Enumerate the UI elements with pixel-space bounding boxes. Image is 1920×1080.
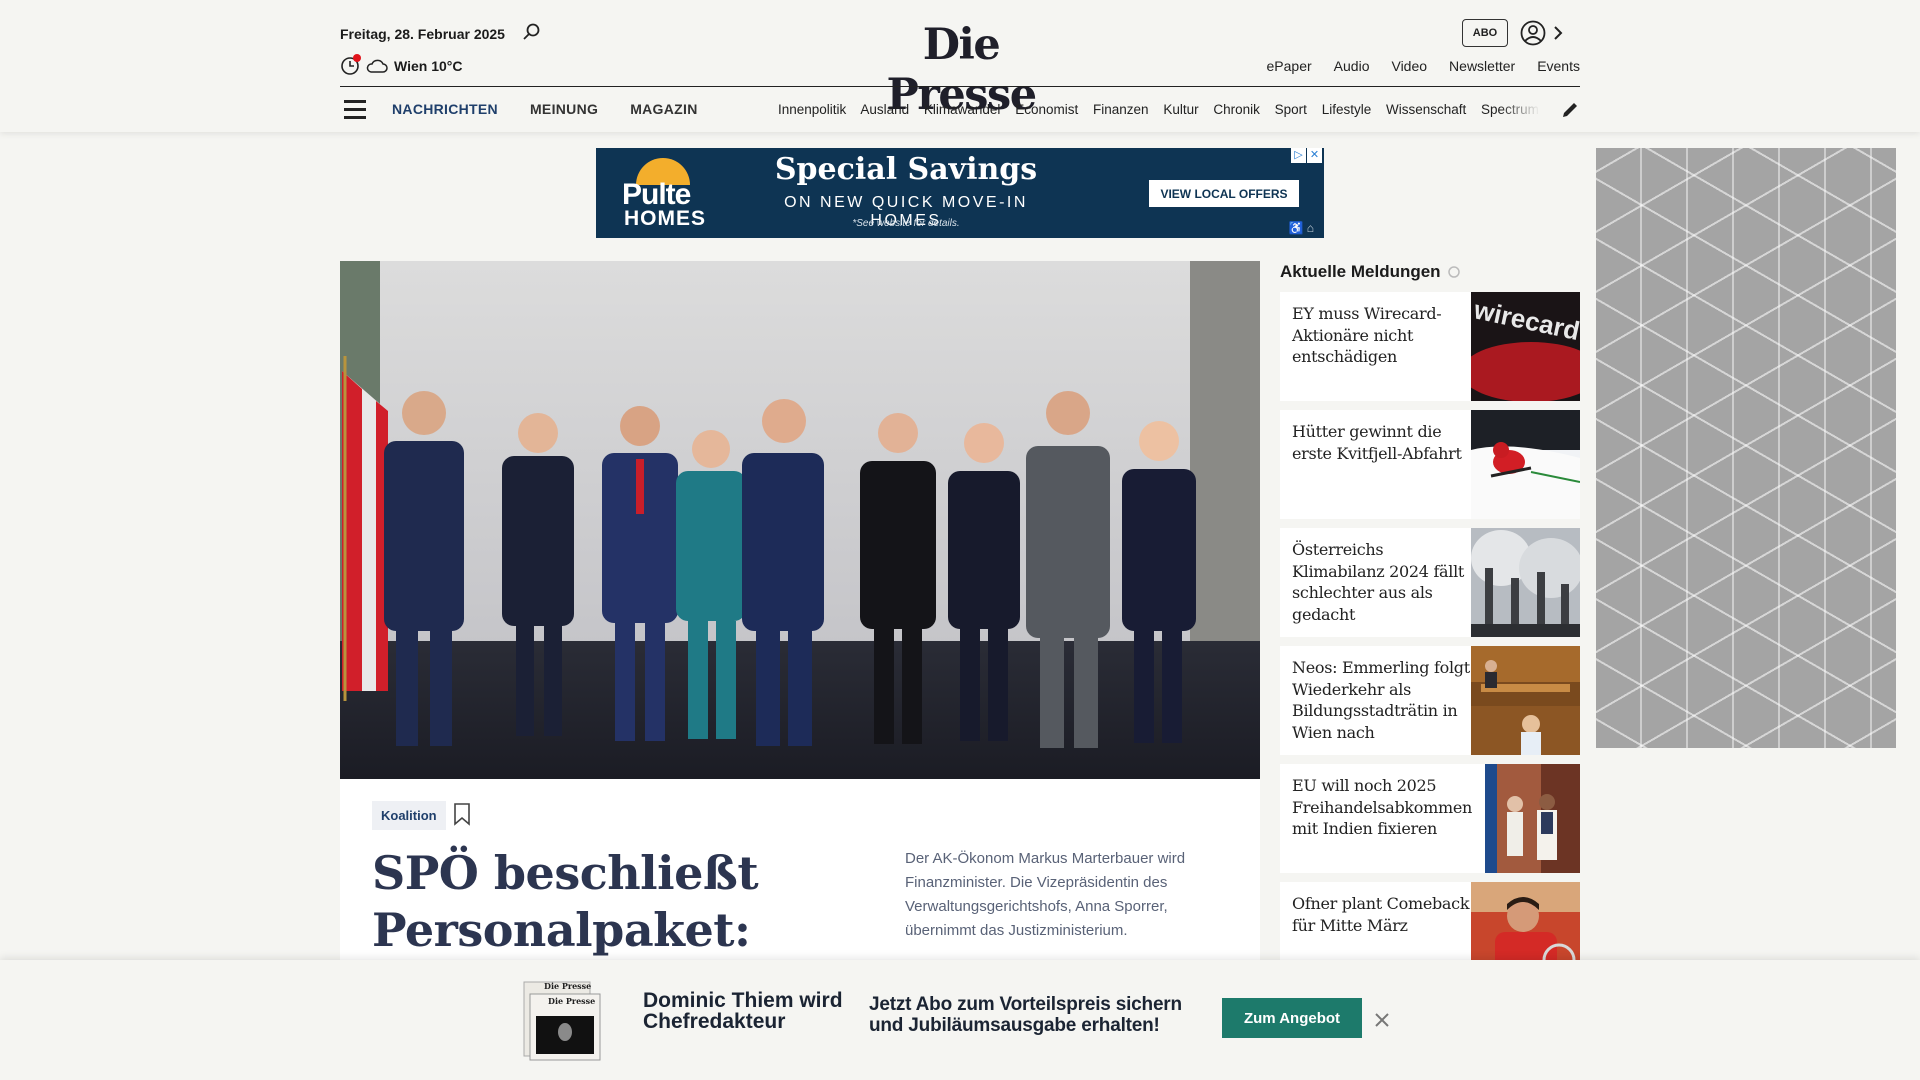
edit-pencil-icon[interactable] [1560, 100, 1580, 120]
ad-accessibility-icon: ♿ ⌂ [1288, 221, 1314, 235]
subscription-promo-bar: Die Presse Die Presse Dominic Thiem wird… [0, 960, 1920, 1080]
weather-widget[interactable]: Wien 10°C [340, 54, 463, 76]
subnav-chronik[interactable]: Chronik [1213, 102, 1260, 117]
news-thumb-parliament [1471, 646, 1580, 755]
nav-magazin[interactable]: MAGAZIN [630, 101, 697, 117]
ad-banner[interactable]: Pulte HOMES Special Savings ON NEW QUICK… [596, 148, 1324, 238]
news-thumb-leaders [1485, 764, 1580, 873]
link-events[interactable]: Events [1537, 58, 1580, 74]
news-thumb-wirecard: wirecard [1471, 292, 1580, 401]
nav-nachrichten[interactable]: NACHRICHTEN [392, 101, 498, 117]
sub-nav: Innenpolitik Ausland Klimawandel Economi… [778, 102, 1540, 117]
subnav-finanzen[interactable]: Finanzen [1093, 102, 1149, 117]
news-item-title: EY muss Wirecard-Aktionäre nicht entschä… [1292, 304, 1442, 366]
subnav-klimawandel[interactable]: Klimawandel [924, 102, 1001, 117]
subnav-wissenschaft[interactable]: Wissenschaft [1386, 102, 1466, 117]
subnav-spectrum[interactable]: Spectrum [1481, 102, 1539, 117]
news-item-title: Neos: Emmerling folgt Wiederkehr als Bil… [1292, 658, 1470, 742]
newspaper-logo: Die Presse [548, 996, 595, 1006]
subnav-economist[interactable]: Economist [1015, 102, 1078, 117]
ad-headline: Special Savings [774, 152, 1038, 187]
news-item[interactable]: Hütter gewinnt die erste Kvitfjell-Abfah… [1280, 410, 1580, 519]
service-links: ePaper Audio Video Newsletter Events [1267, 58, 1580, 74]
ad-brand-sub: HOMES [624, 207, 707, 230]
news-section-title: Aktuelle Meldungen [1280, 262, 1461, 282]
news-thumb-ski [1471, 410, 1580, 519]
abo-button[interactable]: ABO [1462, 19, 1508, 47]
news-thumb-chimneys [1471, 528, 1580, 637]
ad-note: *See website for details. [852, 218, 960, 229]
cloud-icon [366, 59, 388, 73]
search-icon[interactable] [522, 22, 542, 42]
newspaper-image: Die Presse Die Presse [523, 981, 601, 1061]
subnav-ausland[interactable]: Ausland [860, 102, 909, 117]
subnav-innenpolitik[interactable]: Innenpolitik [778, 102, 846, 117]
user-account-icon[interactable] [1518, 18, 1572, 48]
subnav-lifestyle[interactable]: Lifestyle [1322, 102, 1372, 117]
lead-image[interactable] [340, 261, 1260, 779]
header-inner: Freitag, 28. Februar 2025 Wien 10°C Die … [340, 0, 1580, 132]
zum-angebot-button[interactable]: Zum Angebot [1222, 998, 1362, 1038]
news-list: EY muss Wirecard-Aktionäre nicht entschä… [1280, 292, 1580, 1000]
news-title-text: Aktuelle Meldungen [1280, 262, 1441, 281]
news-item[interactable]: Österreichs Klimabilanz 2024 fällt schle… [1280, 528, 1580, 637]
close-icon[interactable] [1373, 1011, 1391, 1029]
subnav-sport[interactable]: Sport [1275, 102, 1307, 117]
news-item[interactable]: EY muss Wirecard-Aktionäre nicht entschä… [1280, 292, 1580, 401]
ad-choices[interactable]: ▷ ✕ [1291, 148, 1322, 163]
subnav-kultur[interactable]: Kultur [1163, 102, 1198, 117]
header-divider [340, 86, 1580, 87]
pulse-icon [1447, 266, 1460, 278]
news-item[interactable]: EU will noch 2025 Freihandelsabkommen mi… [1280, 764, 1580, 873]
news-item-title: Hütter gewinnt die erste Kvitfjell-Abfah… [1292, 422, 1462, 463]
promo-text: Jetzt Abo zum Vorteilspreis sichern und … [869, 994, 1182, 1036]
promo-headline: Dominic Thiem wird Chefredakteur [643, 989, 843, 1033]
news-item-title: Österreichs Klimabilanz 2024 fällt schle… [1292, 540, 1465, 624]
site-header: Freitag, 28. Februar 2025 Wien 10°C Die … [0, 0, 1920, 132]
weather-text: Wien 10°C [394, 58, 463, 74]
ad-cta-button[interactable]: VIEW LOCAL OFFERS [1149, 180, 1299, 207]
article-tag[interactable]: Koalition [372, 801, 446, 830]
ad-close-icon[interactable]: ✕ [1307, 148, 1322, 163]
newspaper-logo-small: Die Presse [544, 981, 591, 991]
link-audio[interactable]: Audio [1334, 58, 1370, 74]
news-item-title: Ofner plant Comeback für Mitte März [1292, 894, 1470, 935]
news-item[interactable]: Neos: Emmerling folgt Wiederkehr als Bil… [1280, 646, 1580, 755]
news-item-title: EU will noch 2025 Freihandelsabkommen mi… [1292, 776, 1473, 838]
link-newsletter[interactable]: Newsletter [1449, 58, 1515, 74]
menu-icon[interactable] [344, 100, 368, 120]
nav-meinung[interactable]: MEINUNG [530, 101, 598, 117]
ad-info-icon[interactable]: ▷ [1291, 148, 1306, 163]
current-date: Freitag, 28. Februar 2025 [340, 26, 505, 42]
bookmark-icon[interactable] [452, 802, 472, 826]
notification-icon[interactable] [340, 54, 361, 76]
ad-brand-logo: Pulte HOMES [622, 158, 706, 230]
link-epaper[interactable]: ePaper [1267, 58, 1312, 74]
side-ad[interactable] [1596, 148, 1896, 748]
lead-teaser: Der AK-Ökonom Markus Marterbauer wird Fi… [905, 850, 1186, 939]
main-nav: NACHRICHTEN MEINUNG MAGAZIN [392, 101, 698, 117]
ad-brand-name: Pulte [622, 178, 691, 211]
link-video[interactable]: Video [1391, 58, 1427, 74]
